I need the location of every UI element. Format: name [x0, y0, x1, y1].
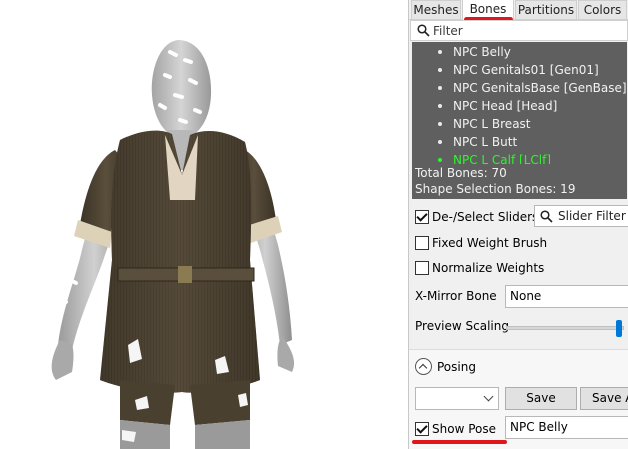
preview-scaling-track[interactable] — [506, 326, 624, 330]
tab-meshes[interactable]: Meshes — [411, 0, 461, 19]
x-mirror-bone-label: X-Mirror Bone — [415, 289, 497, 303]
pose-select[interactable] — [415, 387, 499, 410]
x-mirror-bone-select[interactable]: None — [505, 285, 628, 308]
bone-filter[interactable] — [410, 20, 628, 41]
search-icon — [417, 24, 430, 37]
pose-bone-value: NPC Belly — [510, 420, 568, 434]
deselect-sliders-label: De-/Select Sliders — [432, 210, 539, 224]
show-pose-label: Show Pose — [432, 422, 496, 436]
bone-stats: Total Bones: 70 Shape Selection Bones: 1… — [412, 164, 627, 199]
slider-filter-input[interactable] — [558, 208, 628, 224]
bullet-icon — [438, 140, 442, 144]
bone-list[interactable]: NPC Belly NPC Genitals01 [Gen01] NPC Gen… — [412, 42, 627, 164]
bone-filter-input[interactable] — [433, 22, 623, 39]
normalize-weights-label: Normalize Weights — [432, 261, 545, 275]
bullet-icon — [438, 86, 442, 90]
bone-list-item[interactable]: NPC Genitals01 [Gen01] — [412, 61, 627, 79]
3d-viewport[interactable] — [0, 0, 408, 449]
bullet-icon — [438, 104, 442, 108]
bullet-icon — [438, 122, 442, 126]
bullet-icon — [438, 68, 442, 72]
bone-list-item[interactable]: NPC Belly — [412, 43, 627, 61]
pose-bone-select[interactable]: NPC Belly — [505, 416, 628, 439]
bones-panel: Meshes Bones Partitions Colors NPC Belly… — [408, 0, 628, 449]
slider-filter[interactable] — [534, 205, 628, 227]
fixed-weight-brush-label: Fixed Weight Brush — [432, 236, 548, 250]
chevron-down-icon — [483, 391, 494, 402]
fixed-weight-brush-checkbox[interactable] — [415, 236, 429, 250]
bullet-icon — [438, 158, 442, 162]
search-icon — [540, 210, 553, 223]
character-model — [51, 40, 295, 449]
tab-partitions[interactable]: Partitions — [515, 0, 577, 19]
normalize-weights-checkbox[interactable] — [415, 261, 429, 275]
bone-list-item[interactable]: NPC Head [Head] — [412, 97, 627, 115]
show-pose-annotation — [412, 440, 507, 444]
x-mirror-bone-value: None — [510, 289, 542, 303]
tab-bar: Meshes Bones Partitions Colors — [409, 0, 628, 20]
shape-selection-bones-label: Shape Selection Bones: 19 — [415, 182, 576, 196]
save-pose-button[interactable]: Save — [505, 387, 577, 410]
bone-list-item[interactable]: NPC GenitalsBase [GenBase] — [412, 79, 627, 97]
preview-scaling-label: Preview Scaling — [415, 319, 509, 333]
preview-scaling-thumb[interactable] — [616, 320, 623, 337]
show-pose-checkbox[interactable] — [415, 422, 429, 436]
total-bones-label: Total Bones: 70 — [415, 166, 507, 180]
posing-label: Posing — [437, 360, 476, 374]
deselect-sliders-checkbox[interactable] — [415, 210, 429, 224]
collapse-posing-button[interactable] — [415, 358, 432, 375]
bullet-icon — [438, 50, 442, 54]
bone-list-item-highlighted[interactable]: NPC L Calf [LClf] — [412, 151, 627, 164]
bone-list-item[interactable]: NPC L Breast — [412, 115, 627, 133]
tab-colors[interactable]: Colors — [578, 0, 627, 19]
save-as-pose-button[interactable]: Save As — [580, 387, 628, 410]
bone-list-item[interactable]: NPC L Butt — [412, 133, 627, 151]
